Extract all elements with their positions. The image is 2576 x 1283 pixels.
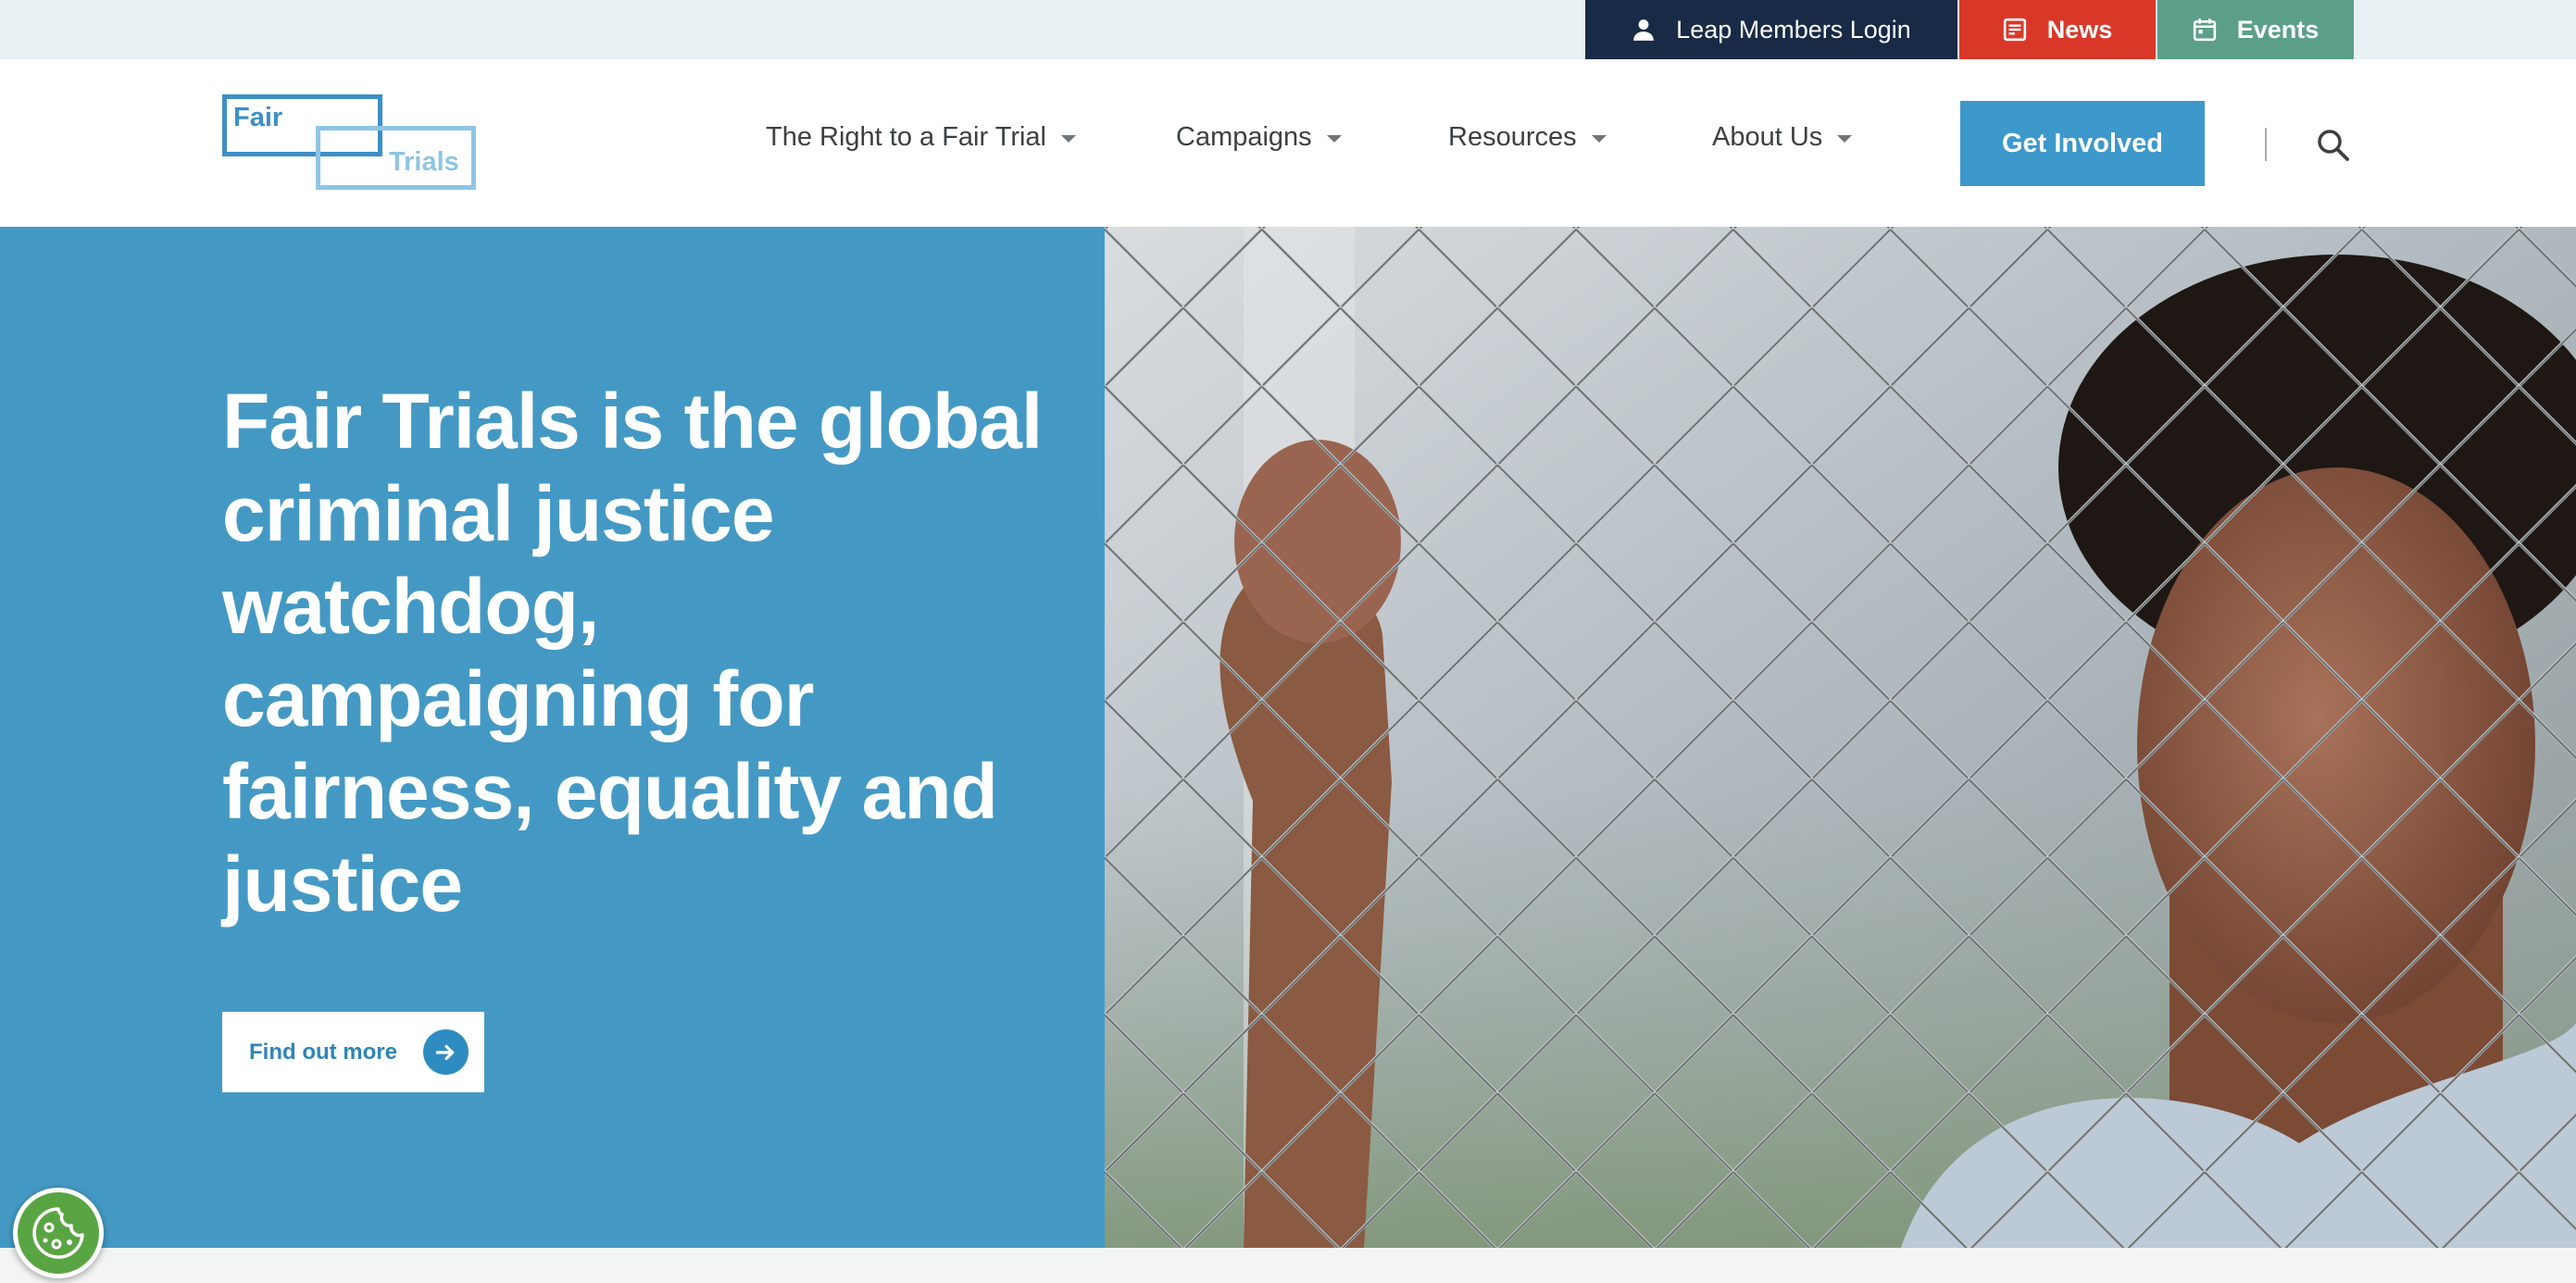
find-out-more-button[interactable]: Find out more [222,1012,484,1092]
events-label: Events [2236,15,2320,44]
caret-down-icon [1837,135,1853,143]
page-bottom-strip [0,1248,2576,1283]
news-link[interactable]: News [1959,0,2156,59]
events-link[interactable]: Events [2157,0,2354,59]
find-out-more-label: Find out more [249,1039,397,1065]
cookie-settings-button[interactable] [13,1188,104,1278]
cookie-icon [32,1207,84,1259]
search-icon [2318,130,2349,161]
utility-bar: Leap Members Login News Events [0,0,2576,59]
logo-text-fair: Fair [233,103,283,132]
get-involved-button[interactable]: Get Involved [1960,101,2205,186]
nav-item-label: The Right to a Fair Trial [766,121,1046,152]
nav-item-label: About Us [1712,121,1823,152]
nav-item-label: Resources [1448,121,1577,152]
nav-item-right-to-fair-trial[interactable]: The Right to a Fair Trial [766,118,1076,156]
hero-title: Fair Trials is the global criminal justi… [222,378,1043,928]
nav-item-label: Campaigns [1176,121,1312,152]
person-icon [1633,19,1655,41]
nav-item-resources[interactable]: Resources [1448,118,1607,156]
caret-down-icon [1061,135,1076,143]
search-button[interactable] [2315,127,2352,164]
nav-item-campaigns[interactable]: Campaigns [1176,118,1342,156]
news-label: News [2046,15,2113,44]
nav-item-about-us[interactable]: About Us [1712,118,1853,156]
caret-down-icon [1326,135,1342,143]
site-header: Fair Trials The Right to a Fair Trial Ca… [0,59,2576,227]
arrow-right-icon [422,1029,469,1075]
caret-down-icon [1591,135,1607,143]
header-divider [2265,128,2267,161]
fair-trials-logo[interactable]: Fair Trials [222,94,477,193]
hero-panel: Fair Trials is the global criminal justi… [0,227,1105,1248]
calendar-icon [2193,19,2216,42]
leap-members-login-link[interactable]: Leap Members Login [1585,0,1957,59]
hero-image [1105,227,2576,1248]
news-icon [2003,18,2026,42]
leap-members-login-label: Leap Members Login [1676,15,1911,44]
logo-text-trials: Trials [389,147,459,177]
